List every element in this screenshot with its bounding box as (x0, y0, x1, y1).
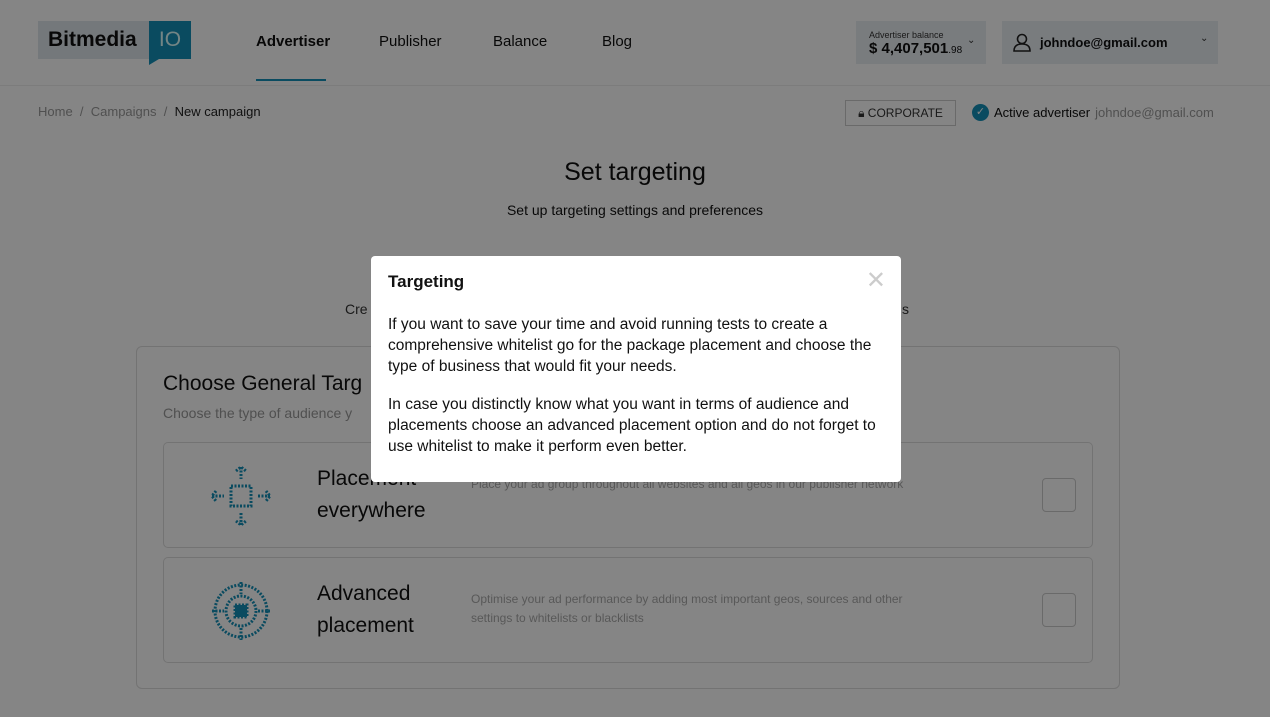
modal-paragraph: If you want to save your time and avoid … (388, 316, 872, 375)
modal-paragraph: In case you distinctly know what you wan… (388, 396, 876, 455)
close-icon[interactable]: ✕ (866, 269, 886, 293)
modal-title: Targeting (388, 272, 465, 291)
targeting-modal: ✕ Targeting If you want to save your tim… (371, 256, 901, 482)
